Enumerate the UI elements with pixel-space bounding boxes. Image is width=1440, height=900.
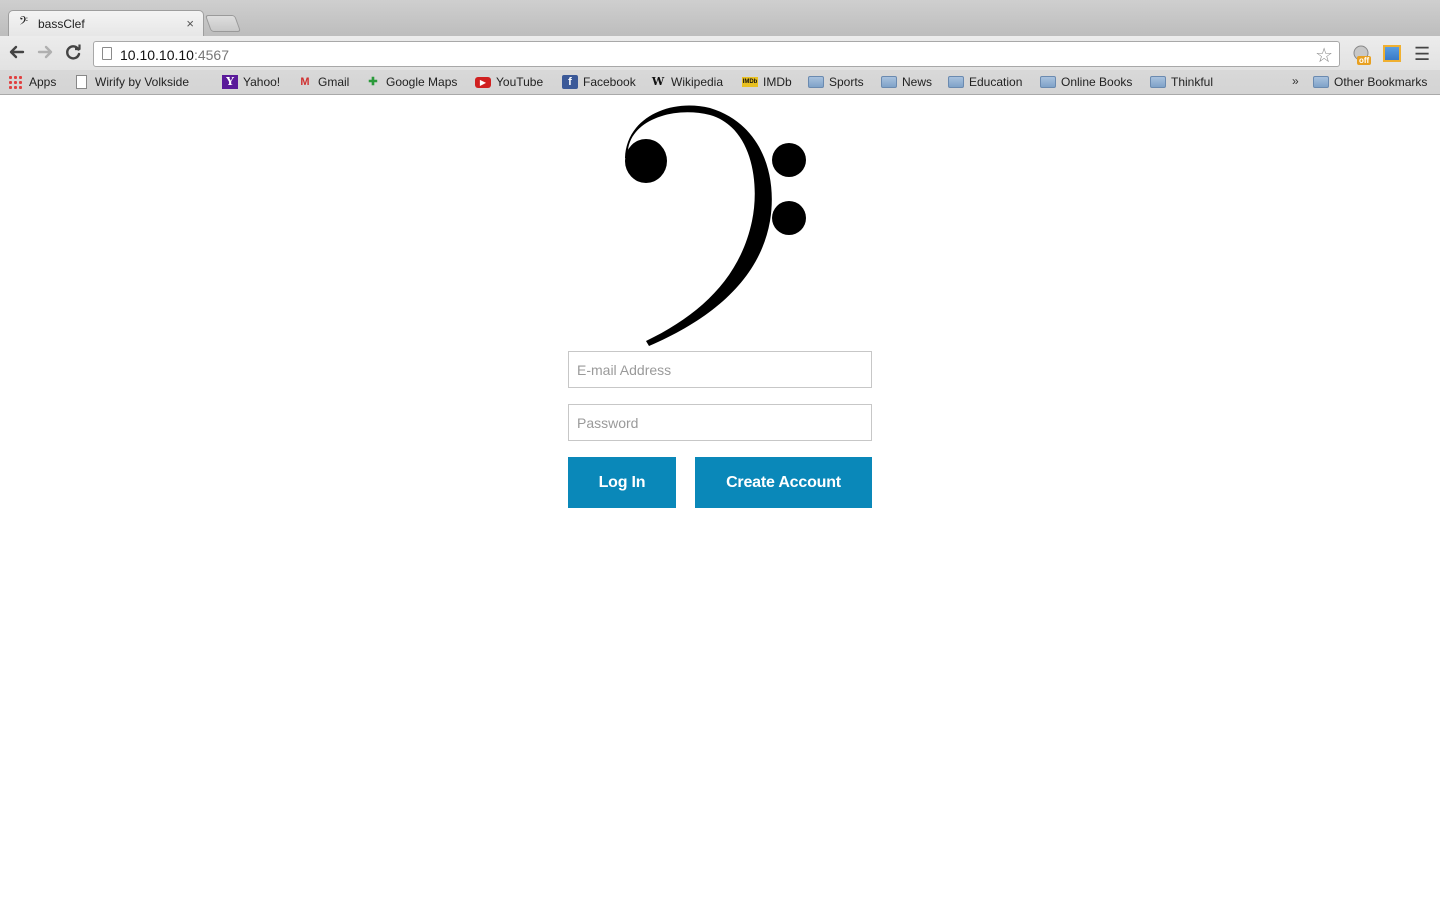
- bookmark-google-maps[interactable]: ✚ Google Maps: [365, 73, 457, 91]
- bookmark-label: Online Books: [1061, 75, 1133, 89]
- bookmark-label: Education: [969, 75, 1023, 89]
- login-page: Log In Create Account: [0, 95, 1440, 900]
- screen-capture-extension-icon[interactable]: [1383, 45, 1401, 62]
- forward-arrow-icon[interactable]: [34, 41, 56, 63]
- bookmark-folder-sports[interactable]: Sports: [808, 73, 864, 91]
- wikipedia-icon: W: [651, 75, 665, 88]
- new-tab-button[interactable]: [204, 15, 242, 32]
- youtube-icon: ▶: [475, 76, 491, 88]
- bookmark-imdb[interactable]: IMDb IMDb: [742, 73, 792, 91]
- close-icon[interactable]: ×: [186, 16, 194, 31]
- bookmark-folder-thinkful[interactable]: Thinkful: [1150, 73, 1213, 91]
- bookmark-label: Facebook: [583, 75, 636, 89]
- bookmark-label: Google Maps: [386, 75, 458, 89]
- password-field[interactable]: [568, 404, 872, 441]
- bookmark-star-icon[interactable]: ☆: [1315, 43, 1333, 68]
- tab-bassclef[interactable]: 𝄢 bassClef ×: [8, 10, 204, 37]
- bookmark-yahoo[interactable]: Y Yahoo!: [222, 73, 280, 91]
- gmail-icon: M: [300, 76, 310, 88]
- url-host: 10.10.10.10: [120, 47, 194, 63]
- extension-badge: off: [1357, 56, 1372, 65]
- bookmark-label: Sports: [829, 75, 864, 89]
- bookmark-youtube[interactable]: ▶ YouTube: [475, 73, 543, 91]
- bookmarks-overflow-chevron-icon[interactable]: »: [1292, 74, 1299, 88]
- bookmark-label: Gmail: [318, 75, 350, 89]
- google-maps-icon: ✚: [368, 76, 378, 88]
- log-in-button[interactable]: Log In: [568, 457, 676, 508]
- facebook-icon: f: [562, 75, 578, 89]
- browser-chrome: 𝄢 bassClef × 10.10.10.10:4567 ☆ off ☰ Ap…: [0, 0, 1440, 95]
- bookmark-label: Wikipedia: [671, 75, 724, 89]
- folder-icon: [1040, 76, 1056, 88]
- email-field[interactable]: [568, 351, 872, 388]
- bookmark-apps[interactable]: Apps: [8, 73, 56, 91]
- folder-icon: [1313, 76, 1329, 88]
- menu-icon[interactable]: ☰: [1414, 44, 1430, 65]
- bass-clef-logo: [625, 105, 806, 346]
- url-port: :4567: [193, 47, 230, 63]
- tab-title: bassClef: [38, 17, 85, 31]
- yahoo-icon: Y: [222, 75, 238, 89]
- apps-grid-icon: [8, 75, 24, 89]
- page-icon: [102, 47, 112, 60]
- bookmarks-bar: Apps Wirify by Volkside Y Yahoo! M Gmail…: [0, 70, 1440, 94]
- bass-clef-icon: 𝄢: [19, 15, 29, 31]
- folder-icon: [881, 76, 897, 88]
- create-account-button[interactable]: Create Account: [695, 457, 872, 508]
- bookmark-label: Other Bookmarks: [1334, 75, 1428, 89]
- bookmark-label: Apps: [29, 75, 57, 89]
- bookmark-label: Thinkful: [1171, 75, 1214, 89]
- reload-icon[interactable]: [62, 41, 84, 63]
- folder-icon: [948, 76, 964, 88]
- page-icon: [76, 75, 87, 89]
- imdb-icon: IMDb: [742, 77, 758, 87]
- bookmark-label: IMDb: [763, 75, 792, 89]
- bookmark-other-bookmarks[interactable]: Other Bookmarks: [1313, 73, 1427, 91]
- bookmark-label: Wirify by Volkside: [95, 75, 190, 89]
- bookmark-gmail[interactable]: M Gmail: [297, 73, 349, 91]
- bookmark-wikipedia[interactable]: W Wikipedia: [650, 73, 723, 91]
- bookmark-label: YouTube: [496, 75, 544, 89]
- bookmark-wirify[interactable]: Wirify by Volkside: [76, 73, 189, 91]
- bookmark-label: News: [902, 75, 933, 89]
- bookmark-label: Yahoo!: [243, 75, 281, 89]
- tab-strip: 𝄢 bassClef ×: [0, 0, 1440, 37]
- url-text[interactable]: 10.10.10.10:4567: [120, 47, 229, 63]
- browser-toolbar: 10.10.10.10:4567 ☆: [0, 36, 1440, 70]
- bookmark-folder-education[interactable]: Education: [948, 73, 1022, 91]
- address-bar[interactable]: 10.10.10.10:4567 ☆: [93, 41, 1340, 67]
- bookmark-folder-news[interactable]: News: [881, 73, 932, 91]
- folder-icon: [808, 76, 824, 88]
- back-arrow-icon[interactable]: [6, 41, 28, 63]
- bookmark-facebook[interactable]: f Facebook: [562, 73, 636, 91]
- bookmark-folder-online-books[interactable]: Online Books: [1040, 73, 1132, 91]
- folder-icon: [1150, 76, 1166, 88]
